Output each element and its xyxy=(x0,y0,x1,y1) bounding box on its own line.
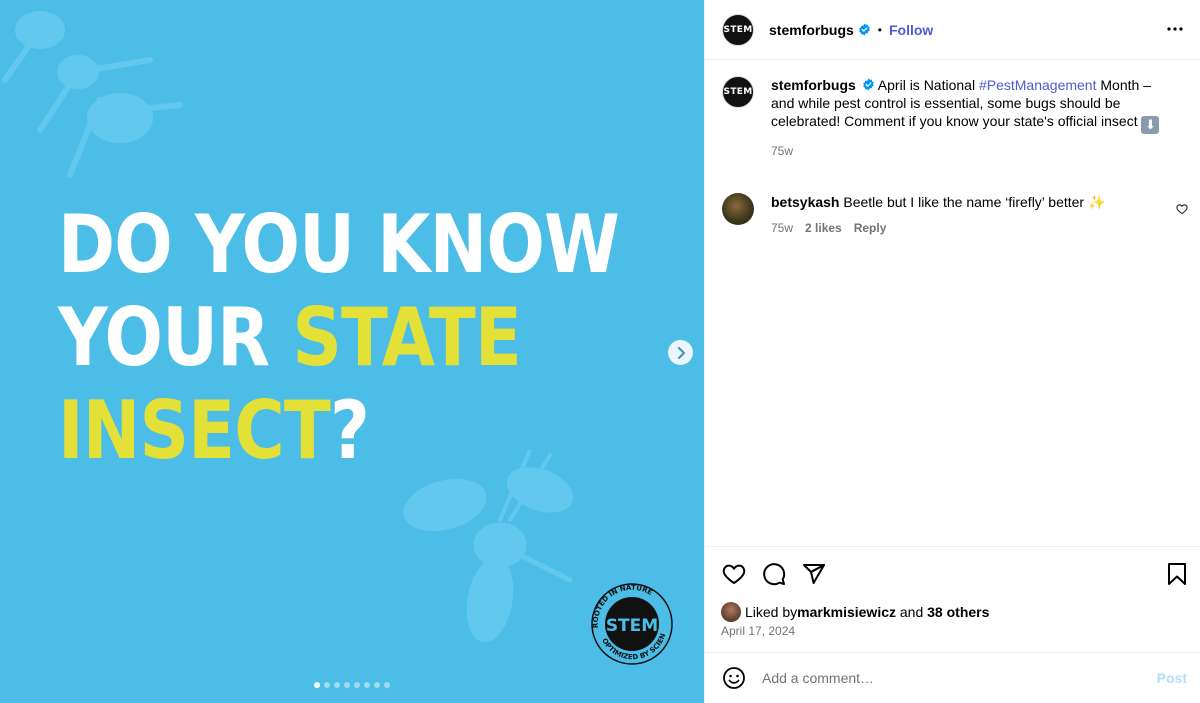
carousel-dot xyxy=(344,682,350,688)
headline-line-1: DO YOU KNOW xyxy=(58,198,620,291)
stem-logo-badge: ROOTED IN NATURE STEM OPTIMIZED BY SCIEN… xyxy=(586,578,676,668)
carousel-indicator xyxy=(314,682,390,688)
liked-prefix: Liked by xyxy=(745,604,798,620)
likes-summary: Liked by markmisiewicz and 38 others xyxy=(721,602,989,622)
commenter-username[interactable]: betsykash xyxy=(771,194,839,210)
caption-username[interactable]: stemforbugs xyxy=(771,77,856,93)
carousel-dot xyxy=(374,682,380,688)
comment-likes[interactable]: 2 likes xyxy=(805,219,842,237)
verified-badge-icon xyxy=(858,23,870,36)
more-options-icon[interactable] xyxy=(1166,20,1184,38)
carousel-next-button[interactable] xyxy=(668,340,693,365)
caption-avatar[interactable]: STEM xyxy=(722,76,754,108)
comment-input[interactable] xyxy=(762,670,1132,686)
carousel-dot xyxy=(324,682,330,688)
headline-question-mark: ? xyxy=(329,384,370,477)
comment-item: betsykash Beetle but I like the name ‘fi… xyxy=(722,193,1192,237)
share-send-icon[interactable] xyxy=(802,562,826,586)
like-heart-icon[interactable] xyxy=(722,562,746,586)
add-comment-bar: Post xyxy=(705,652,1200,703)
liked-user-link[interactable]: markmisiewicz xyxy=(797,604,896,620)
post-date[interactable]: April 17, 2024 xyxy=(721,624,795,638)
post-caption: STEM stemforbugs April is National #Pest… xyxy=(722,76,1184,160)
follow-button[interactable]: Follow xyxy=(889,22,933,38)
headline-highlight-state: STATE xyxy=(292,291,522,384)
chevron-right-icon xyxy=(677,346,685,359)
post-actions: Liked by markmisiewicz and 38 others Apr… xyxy=(705,546,1200,652)
bee-illustration xyxy=(403,450,574,643)
verified-badge-icon xyxy=(862,78,874,91)
caption-text-before: April is National xyxy=(874,77,979,93)
liker-avatar[interactable] xyxy=(721,602,741,622)
save-bookmark-icon[interactable] xyxy=(1166,562,1188,586)
author-avatar[interactable]: STEM xyxy=(722,13,754,46)
post-header: STEM stemforbugs • Follow xyxy=(705,0,1200,60)
comment-body: Beetle but I like the name ‘firefly’ bet… xyxy=(839,194,1088,210)
comment-bubble-icon[interactable] xyxy=(762,562,786,586)
carousel-dot xyxy=(334,682,340,688)
post-sidebar: STEM stemforbugs • Follow STEM stemforbu… xyxy=(704,0,1200,703)
post-image: DO YOU KNOW YOUR STATE INSECT? ROOTED IN… xyxy=(0,0,704,703)
badge-center-text: STEM xyxy=(606,616,658,636)
carousel-dot xyxy=(364,682,370,688)
carousel-dot xyxy=(314,682,320,688)
emoji-picker-icon[interactable] xyxy=(722,666,746,690)
caption-text: stemforbugs April is National #PestManag… xyxy=(771,76,1167,134)
post-comment-button[interactable]: Post xyxy=(1157,670,1187,686)
header-separator: • xyxy=(877,22,882,37)
author-username[interactable]: stemforbugs xyxy=(769,22,854,38)
carousel-dot xyxy=(354,682,360,688)
caption-timestamp[interactable]: 75w xyxy=(771,142,1167,160)
headline: DO YOU KNOW YOUR STATE INSECT? xyxy=(58,198,620,477)
liked-and: and xyxy=(896,604,928,620)
hashtag-link[interactable]: #PestManagement xyxy=(979,77,1097,93)
down-arrow-emoji-icon: ⬇ xyxy=(1141,116,1160,134)
liked-others-link[interactable]: 38 others xyxy=(927,604,989,620)
carousel-dot xyxy=(384,682,390,688)
comment-timestamp[interactable]: 75w xyxy=(771,219,793,237)
ant-illustration xyxy=(2,11,183,178)
headline-highlight-insect: INSECT xyxy=(58,384,331,477)
commenter-avatar[interactable] xyxy=(722,193,754,225)
sparkles-emoji-icon: ✨ xyxy=(1087,194,1106,210)
headline-line-2a: YOUR xyxy=(58,291,293,384)
comment-reply-button[interactable]: Reply xyxy=(854,219,887,237)
comment-text: betsykash Beetle but I like the name ‘fi… xyxy=(771,193,1161,211)
comment-like-heart-icon[interactable] xyxy=(1176,203,1188,215)
